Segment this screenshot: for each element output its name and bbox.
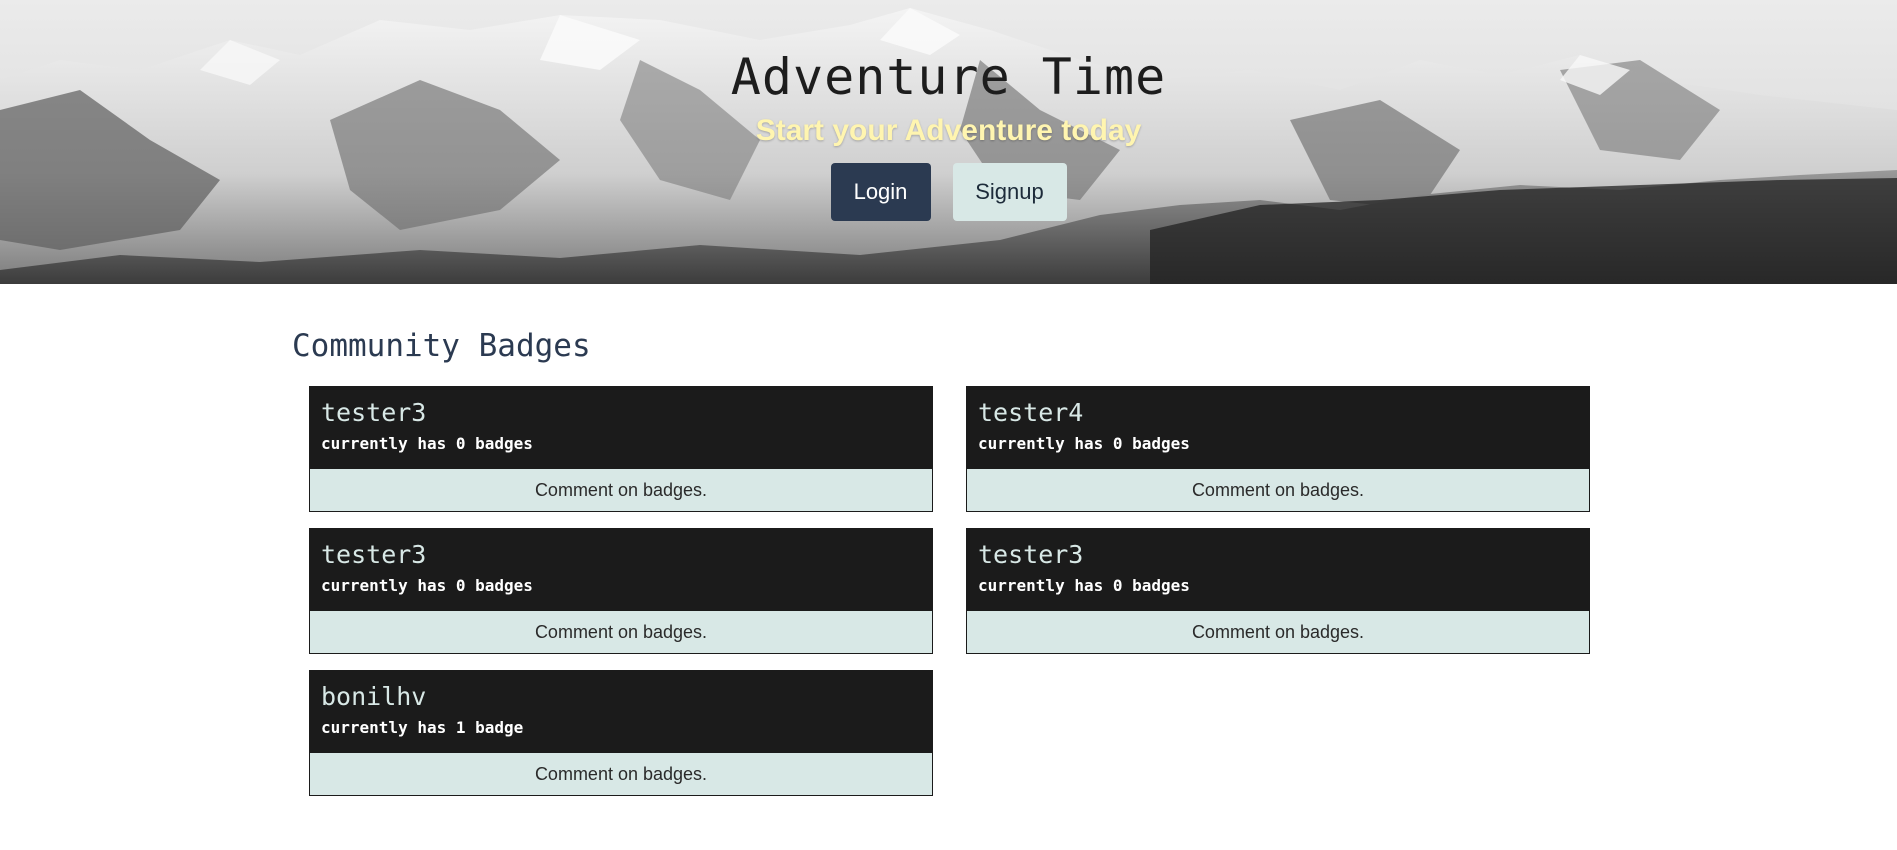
comment-on-badges-link[interactable]: Comment on badges. [967, 469, 1589, 511]
card-header: tester3 currently has 0 badges [310, 529, 932, 611]
user-badge-card: tester3 currently has 0 badges Comment o… [309, 528, 933, 654]
card-header: bonilhv currently has 1 badge [310, 671, 932, 753]
comment-on-badges-link[interactable]: Comment on badges. [310, 611, 932, 653]
signup-button[interactable]: Signup [952, 163, 1067, 221]
user-badge-card: bonilhv currently has 1 badge Comment on… [309, 670, 933, 796]
card-badge-count: currently has 1 badge [321, 718, 524, 737]
card-username[interactable]: tester3 [321, 539, 922, 571]
site-tagline: Start your Adventure today [755, 114, 1142, 147]
user-badge-card: tester3 currently has 0 badges Comment o… [966, 528, 1590, 654]
card-username[interactable]: tester4 [978, 397, 1579, 429]
card-username[interactable]: tester3 [978, 539, 1579, 571]
user-badge-card: tester4 currently has 0 badges Comment o… [966, 386, 1590, 512]
card-badge-count: currently has 0 badges [321, 576, 533, 595]
auth-buttons: Login Signup [0, 163, 1897, 221]
hero-banner: Adventure Time Start your Adventure toda… [0, 0, 1897, 284]
login-button[interactable]: Login [830, 163, 931, 221]
user-badge-card: tester3 currently has 0 badges Comment o… [309, 386, 933, 512]
card-username[interactable]: tester3 [321, 397, 922, 429]
comment-on-badges-link[interactable]: Comment on badges. [310, 753, 932, 795]
card-badge-count: currently has 0 badges [978, 576, 1190, 595]
comment-on-badges-link[interactable]: Comment on badges. [310, 469, 932, 511]
site-title: Adventure Time [730, 48, 1167, 106]
card-username[interactable]: bonilhv [321, 681, 922, 713]
card-header: tester3 currently has 0 badges [310, 387, 932, 469]
card-header: tester4 currently has 0 badges [967, 387, 1589, 469]
comment-on-badges-link[interactable]: Comment on badges. [967, 611, 1589, 653]
community-badges-heading: Community Badges [292, 328, 591, 364]
card-header: tester3 currently has 0 badges [967, 529, 1589, 611]
card-badge-count: currently has 0 badges [978, 434, 1190, 453]
card-badge-count: currently has 0 badges [321, 434, 533, 453]
